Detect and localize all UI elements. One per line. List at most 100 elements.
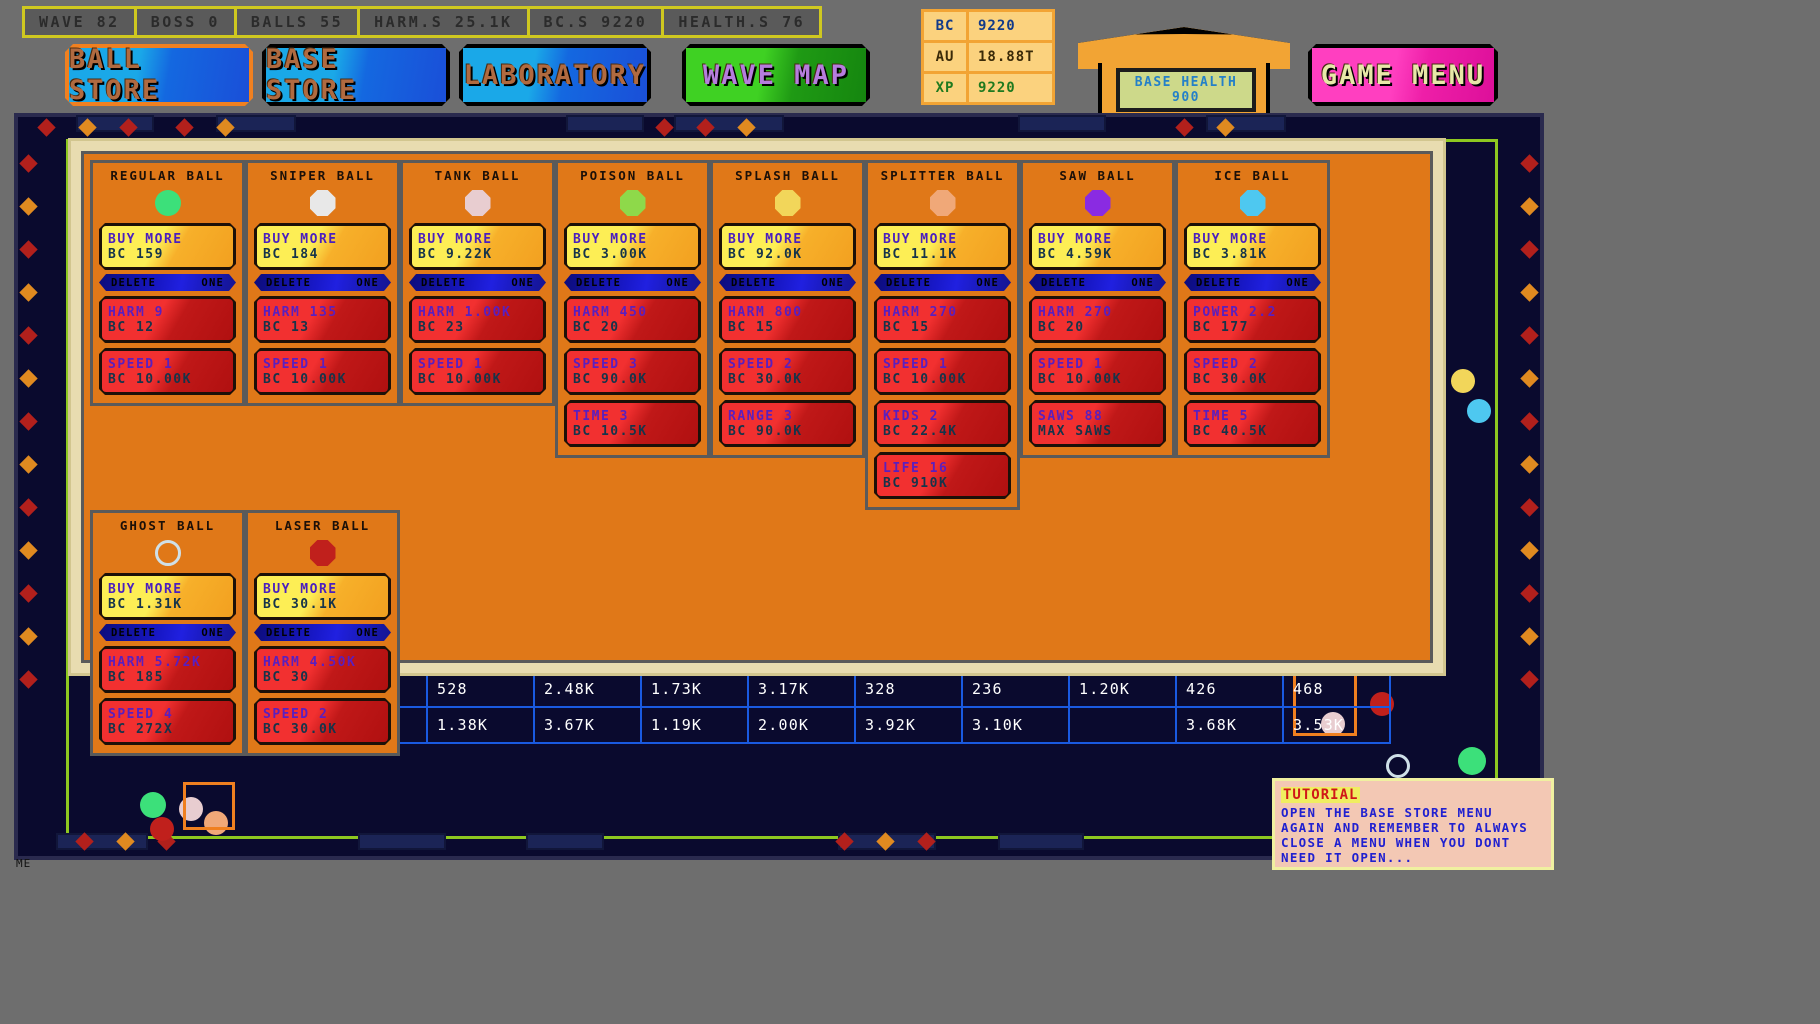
delete-one-button[interactable]: DELETEONE: [99, 624, 236, 641]
diamond-icon: [1520, 670, 1538, 688]
stat-label: HARM 5.72K: [108, 655, 227, 670]
stat-cost: BC 10.5K: [573, 424, 692, 439]
field-ball-green2: [140, 792, 166, 818]
buy-more-cost: BC 3.00K: [573, 247, 692, 262]
status-balls: BALLS 55: [237, 9, 360, 35]
delete-label: DELETE: [266, 627, 311, 639]
diamond-icon: [19, 670, 37, 688]
delete-one-button[interactable]: DELETEONE: [1184, 274, 1321, 291]
wave-map-button[interactable]: WAVE MAP: [682, 44, 870, 106]
buy-more-button[interactable]: BUY MOREBC 4.59K: [1029, 223, 1166, 270]
delete-one-button[interactable]: DELETEONE: [719, 274, 856, 291]
stat-label: HARM 450: [573, 305, 692, 320]
table-cell: 1.38K: [427, 707, 534, 743]
stat-upgrade-button[interactable]: HARM 270BC 15: [874, 296, 1011, 343]
stat-cost: BC 15: [728, 320, 847, 335]
stat-cost: BC 30.0K: [263, 722, 382, 737]
stat-upgrade-button[interactable]: HARM 450BC 20: [564, 296, 701, 343]
stat-upgrade-button[interactable]: SPEED 2BC 30.0K: [254, 698, 391, 745]
stat-upgrade-button[interactable]: SPEED 3BC 90.0K: [564, 348, 701, 395]
stat-upgrade-button[interactable]: SPEED 1BC 10.00K: [409, 348, 546, 395]
stat-upgrade-button[interactable]: TIME 3BC 10.5K: [564, 400, 701, 447]
game-menu-button[interactable]: GAME MENU: [1308, 44, 1498, 106]
stat-upgrade-button[interactable]: SPEED 1BC 10.00K: [254, 348, 391, 395]
stat-upgrade-button[interactable]: SPEED 4BC 272X: [99, 698, 236, 745]
stat-upgrade-button[interactable]: SPEED 1BC 10.00K: [99, 348, 236, 395]
resource-row-au: AU 18.88T: [924, 43, 1052, 71]
field-ball-ghost: [1386, 754, 1410, 778]
base-health-panel: BASE HEALTH 900: [1078, 27, 1290, 124]
stat-upgrade-button[interactable]: SAWS 88MAX SAWS: [1029, 400, 1166, 447]
delete-one-button[interactable]: DELETEONE: [99, 274, 236, 291]
stat-upgrade-button[interactable]: KIDS 2BC 22.4K: [874, 400, 1011, 447]
stat-upgrade-button[interactable]: POWER 2.2BC 177: [1184, 296, 1321, 343]
table-cell: 2.00K: [748, 707, 855, 743]
stat-cost: BC 40.5K: [1193, 424, 1312, 439]
buy-more-label: BUY MORE: [108, 582, 227, 597]
ball-icon-wrap: [310, 187, 336, 219]
delete-label: DELETE: [576, 277, 621, 289]
ball-icon-wrap: [465, 187, 491, 219]
field-ball-green: [1458, 747, 1486, 775]
laboratory-button[interactable]: LABORATORY: [459, 44, 651, 106]
diamond-icon: [876, 832, 894, 850]
buy-more-button[interactable]: BUY MOREBC 1.31K: [99, 573, 236, 620]
delete-one-button[interactable]: DELETEONE: [254, 624, 391, 641]
stat-upgrade-button[interactable]: SPEED 2BC 30.0K: [719, 348, 856, 395]
ball-store-button[interactable]: BALL STORE: [65, 44, 253, 106]
stat-upgrade-button[interactable]: HARM 5.72KBC 185: [99, 646, 236, 693]
delete-one-button[interactable]: DELETEONE: [409, 274, 546, 291]
resource-value-bc: 9220: [969, 12, 1052, 40]
stat-cost: BC 10.00K: [263, 372, 382, 387]
buy-more-button[interactable]: BUY MOREBC 184: [254, 223, 391, 270]
stat-cost: BC 22.4K: [883, 424, 1002, 439]
stat-label: SPEED 1: [418, 357, 537, 372]
table-cell: 426: [1176, 671, 1283, 707]
resource-key-au: AU: [924, 43, 966, 71]
buy-more-button[interactable]: BUY MOREBC 11.1K: [874, 223, 1011, 270]
buy-more-label: BUY MORE: [108, 232, 227, 247]
stat-upgrade-button[interactable]: HARM 270BC 20: [1029, 296, 1166, 343]
buy-more-button[interactable]: BUY MOREBC 92.0K: [719, 223, 856, 270]
stat-upgrade-button[interactable]: TIME 5BC 40.5K: [1184, 400, 1321, 447]
ball-card-title: SPLASH BALL: [735, 168, 840, 183]
resource-value-au: 18.88T: [969, 43, 1052, 71]
status-wave: WAVE 82: [25, 9, 137, 35]
delete-label: DELETE: [886, 277, 931, 289]
stat-upgrade-button[interactable]: LIFE 16BC 910K: [874, 452, 1011, 499]
resource-row-bc: BC 9220: [924, 12, 1052, 40]
stat-cost: BC 30: [263, 670, 382, 685]
ball-card: SAW BALLBUY MOREBC 4.59KDELETEONEHARM 27…: [1020, 160, 1175, 458]
stat-cost: BC 20: [573, 320, 692, 335]
delete-one-button[interactable]: DELETEONE: [564, 274, 701, 291]
stat-upgrade-button[interactable]: SPEED 2BC 30.0K: [1184, 348, 1321, 395]
stat-upgrade-button[interactable]: HARM 4.50KBC 30: [254, 646, 391, 693]
buy-more-button[interactable]: BUY MOREBC 9.22K: [409, 223, 546, 270]
stat-upgrade-button[interactable]: HARM 1.00KBC 23: [409, 296, 546, 343]
stat-upgrade-button[interactable]: SPEED 1BC 10.00K: [874, 348, 1011, 395]
tutorial-popup: TUTORIAL OPEN THE BASE STORE MENU AGAIN …: [1272, 778, 1554, 870]
stat-upgrade-button[interactable]: RANGE 3BC 90.0K: [719, 400, 856, 447]
delete-one-button[interactable]: DELETEONE: [874, 274, 1011, 291]
buy-more-button[interactable]: BUY MOREBC 30.1K: [254, 573, 391, 620]
buy-more-cost: BC 4.59K: [1038, 247, 1157, 262]
buy-more-button[interactable]: BUY MOREBC 3.00K: [564, 223, 701, 270]
buy-more-button[interactable]: BUY MOREBC 159: [99, 223, 236, 270]
diamond-icon: [19, 240, 37, 258]
diamond-icon: [1520, 627, 1538, 645]
delete-one-button[interactable]: DELETEONE: [1029, 274, 1166, 291]
stat-label: HARM 270: [883, 305, 1002, 320]
ball-store-panel: REGULAR BALLBUY MOREBC 159DELETEONEHARM …: [68, 138, 1446, 676]
diamond-icon: [1216, 118, 1234, 136]
tutorial-body: OPEN THE BASE STORE MENU AGAIN AND REMEM…: [1281, 805, 1545, 865]
stat-upgrade-button[interactable]: HARM 135BC 13: [254, 296, 391, 343]
base-store-button[interactable]: BASE STORE: [262, 44, 450, 106]
stat-cost: BC 10.00K: [418, 372, 537, 387]
delete-one-button[interactable]: DELETEONE: [254, 274, 391, 291]
buy-more-button[interactable]: BUY MOREBC 3.81K: [1184, 223, 1321, 270]
stat-cost: BC 90.0K: [728, 424, 847, 439]
stat-upgrade-button[interactable]: HARM 9BC 12: [99, 296, 236, 343]
stat-upgrade-button[interactable]: HARM 800BC 15: [719, 296, 856, 343]
stat-upgrade-button[interactable]: SPEED 1BC 10.00K: [1029, 348, 1166, 395]
status-boss: BOSS 0: [137, 9, 237, 35]
